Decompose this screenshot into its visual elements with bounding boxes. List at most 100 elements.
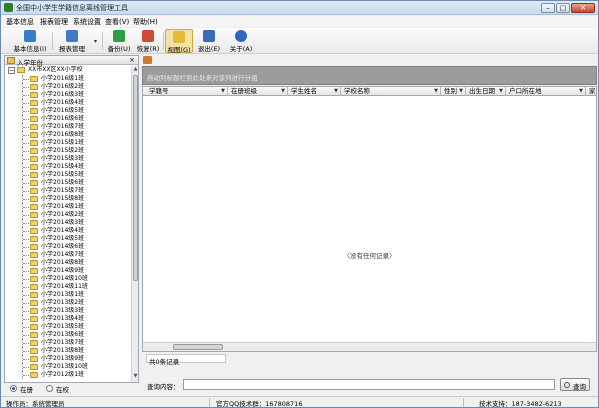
view-button[interactable]: 视图(G) — [165, 29, 193, 54]
tree-class-node[interactable]: 小学2014级3班 — [5, 219, 131, 227]
tree-class-node[interactable]: 小学2016级6班 — [5, 115, 131, 123]
menu-view[interactable]: 查看(V) — [105, 17, 129, 27]
tree-class-node[interactable]: 小学2013级3班 — [5, 307, 131, 315]
class-label: 小学2016级1班 — [41, 75, 85, 82]
menu-basic-info[interactable]: 基本信息 — [6, 17, 34, 27]
tree-class-node[interactable]: 小学2014级6班 — [5, 243, 131, 251]
class-label: 小学2015级5班 — [41, 171, 85, 178]
tree-root-node[interactable]: − XX市XX区XX小学校 — [5, 66, 131, 74]
tree-class-node[interactable]: 小学2014级4班 — [5, 227, 131, 235]
col-student-id[interactable]: 学籍号 ▼ — [146, 87, 228, 96]
tree-line — [23, 95, 29, 96]
tree-line — [23, 311, 29, 312]
tree-class-node[interactable]: 小学2015级8班 — [5, 195, 131, 203]
scroll-thumb[interactable] — [133, 75, 138, 281]
tree-class-node[interactable]: 小学2015级7班 — [5, 187, 131, 195]
tree-line — [23, 135, 29, 136]
scroll-down-arrow[interactable]: ▼ — [132, 373, 139, 381]
vertical-scrollbar[interactable]: ▲ ▼ — [131, 66, 138, 382]
tree-class-node[interactable]: 小学2013级4班 — [5, 315, 131, 323]
query-button[interactable]: 查询 — [560, 378, 590, 391]
tree-class-node[interactable]: 小学2013级7班 — [5, 339, 131, 347]
tree-class-node[interactable]: 小学2014级2班 — [5, 211, 131, 219]
tree-class-node[interactable]: 小学2016级7班 — [5, 123, 131, 131]
class-label: 小学2013级4班 — [41, 315, 85, 322]
folder-icon — [30, 372, 38, 378]
exit-button[interactable]: 退出(E) — [195, 29, 223, 53]
scroll-thumb[interactable] — [173, 344, 223, 350]
class-label: 小学2016级8班 — [41, 131, 85, 138]
app-icon — [4, 3, 13, 12]
tree-class-node[interactable]: 小学2014级1班 — [5, 203, 131, 211]
tree-class-node[interactable]: 小学2015级3班 — [5, 155, 131, 163]
minimize-button[interactable]: – — [541, 3, 555, 13]
restore-button[interactable]: 恢复(R) — [134, 29, 162, 53]
class-label: 小学2016级3班 — [41, 91, 85, 98]
main-pane: 拖动列标题栏到此处来对该列进行分组 学籍号 ▼ 在册班级 ▼ 学生姓名 ▼ 学校名称 ▼… — [141, 55, 597, 395]
tree-class-node[interactable]: 小学2016级5班 — [5, 107, 131, 115]
col-student-name[interactable]: 学生姓名 ▼ — [288, 87, 341, 96]
restore-icon — [142, 30, 154, 42]
col-birth-date[interactable]: 出生日期 ▼ — [466, 87, 506, 96]
col-gender[interactable]: 性别 ▼ — [441, 87, 466, 96]
radio-registered[interactable] — [10, 385, 17, 392]
group-by-area[interactable]: 拖动列标题栏到此处来对该列进行分组 — [142, 66, 597, 85]
backup-button[interactable]: 备份(U) — [105, 29, 133, 53]
tree-class-node[interactable]: 小学2013级6班 — [5, 331, 131, 339]
tree-class-node[interactable]: 小学2014级10班 — [5, 275, 131, 283]
col-school-name[interactable]: 学校名称 ▼ — [341, 87, 441, 96]
tree-class-node[interactable]: 小学2013级10班 — [5, 363, 131, 371]
tree-class-node[interactable]: 小学2014级11班 — [5, 283, 131, 291]
tree-class-node[interactable]: 小学2016级2班 — [5, 83, 131, 91]
tree-class-node[interactable]: 小学2016级4班 — [5, 99, 131, 107]
radio-in-school[interactable] — [46, 385, 53, 392]
tree-class-node[interactable]: 小学2016级8班 — [5, 131, 131, 139]
folder-icon — [30, 156, 38, 162]
query-input[interactable] — [183, 379, 555, 390]
class-label: 小学2015级8班 — [41, 195, 85, 202]
report-manage-button[interactable]: 报表管理 — [54, 29, 90, 53]
report-dropdown-arrow[interactable]: ▾ — [94, 38, 97, 45]
tree-class-node[interactable]: 小学2013级5班 — [5, 323, 131, 331]
panel-close-button[interactable]: × — [129, 56, 135, 64]
tree-line — [23, 111, 29, 112]
tree-class-node[interactable]: 小学2012级1班 — [5, 371, 131, 379]
people-icon[interactable] — [143, 56, 152, 64]
tree-line — [23, 335, 29, 336]
document-icon — [24, 30, 36, 42]
class-label: 小学2014级11班 — [41, 283, 88, 290]
tree-class-node[interactable]: 小学2013级2班 — [5, 299, 131, 307]
class-label: 小学2014级4班 — [41, 227, 85, 234]
menu-report[interactable]: 报表管理 — [40, 17, 68, 27]
filter-arrow-icon: ▼ — [434, 88, 438, 94]
about-button[interactable]: 关于(A) — [227, 29, 255, 53]
tree-class-node[interactable]: 小学2014级7班 — [5, 251, 131, 259]
horizontal-scrollbar[interactable] — [143, 342, 596, 351]
tree-class-node[interactable]: 小学2014级5班 — [5, 235, 131, 243]
scroll-up-arrow[interactable]: ▲ — [132, 66, 139, 74]
tree-class-node[interactable]: 小学2014级9班 — [5, 267, 131, 275]
tree-class-node[interactable]: 小学2016级3班 — [5, 91, 131, 99]
basic-info-button[interactable]: 基本信息(I) — [11, 29, 49, 53]
folder-icon — [30, 252, 38, 258]
maximize-button[interactable]: □ — [556, 3, 570, 13]
tree-class-node[interactable]: 小学2015级4班 — [5, 163, 131, 171]
tree-class-node[interactable]: 小学2014级8班 — [5, 259, 131, 267]
col-class[interactable]: 在册班级 ▼ — [228, 87, 288, 96]
tree-class-node[interactable]: 小学2013级9班 — [5, 355, 131, 363]
tree-class-node[interactable]: 小学2016级1班 — [5, 75, 131, 83]
col-home[interactable]: 家 — [586, 87, 596, 96]
col-household[interactable]: 户口所在地 ▼ — [506, 87, 586, 96]
tree-class-node[interactable]: 小学2013级1班 — [5, 291, 131, 299]
tree-class-node[interactable]: 小学2015级1班 — [5, 139, 131, 147]
menu-help[interactable]: 帮助(H) — [133, 17, 158, 27]
tree-class-node[interactable]: 小学2015级2班 — [5, 147, 131, 155]
class-label: 小学2015级1班 — [41, 139, 85, 146]
tree-class-node[interactable]: 小学2015级6班 — [5, 179, 131, 187]
tree-class-node[interactable]: 小学2015级5班 — [5, 171, 131, 179]
menu-settings[interactable]: 系统设置 — [73, 17, 101, 27]
close-button[interactable]: ✕ — [571, 3, 595, 13]
tree-class-node[interactable]: 小学2013级8班 — [5, 347, 131, 355]
folder-icon — [30, 204, 38, 210]
collapse-icon[interactable]: − — [8, 67, 15, 74]
